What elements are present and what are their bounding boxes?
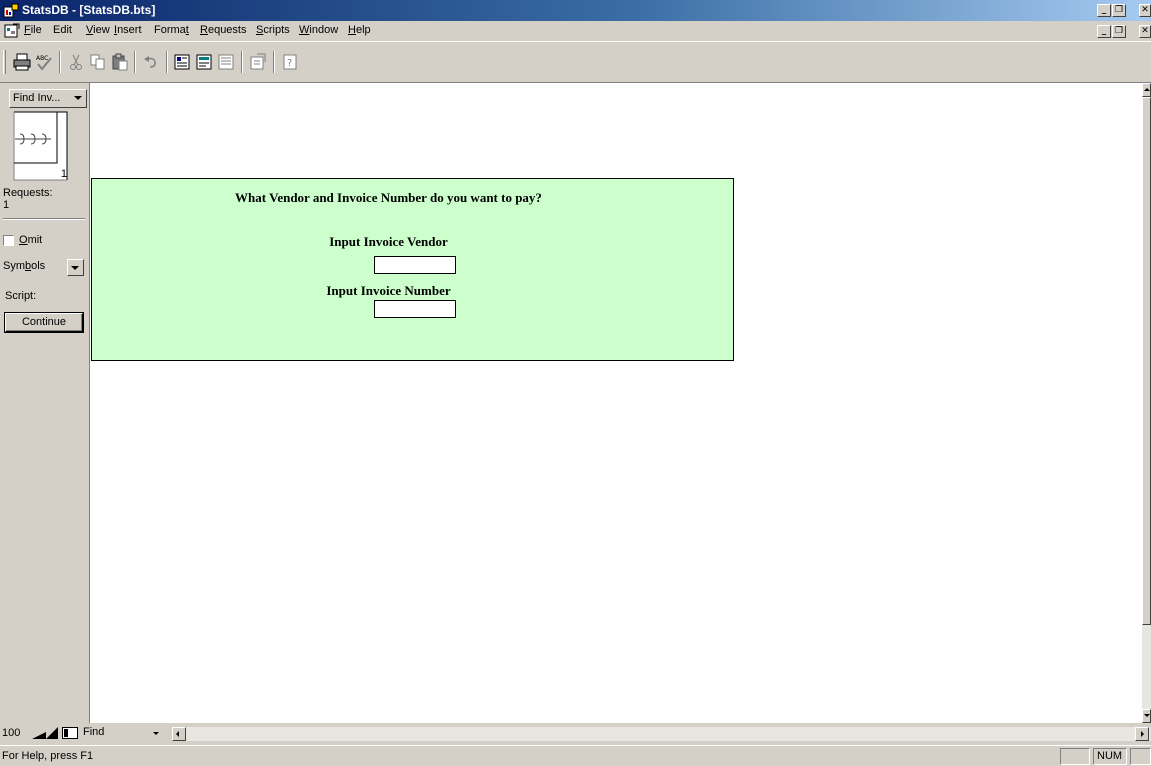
toolbar: ABC ?	[0, 41, 1151, 83]
close-icon: ✕	[1141, 26, 1149, 36]
symbols-dropdown-button[interactable]	[67, 259, 84, 276]
status-pane-extra	[1130, 748, 1151, 765]
title-bar[interactable]: StatsDB - [StatsDB.bts] _ ❐ ✕	[0, 0, 1151, 21]
menu-item-7[interactable]: Window	[299, 24, 338, 36]
layout-view-icon[interactable]	[62, 727, 78, 739]
find-select[interactable]: Find	[80, 725, 170, 742]
restore-button[interactable]: ❐	[1112, 4, 1126, 17]
menu-item-4[interactable]: Format	[154, 24, 189, 36]
minimize-icon: _	[1101, 26, 1107, 36]
svg-text:ABC: ABC	[36, 55, 48, 62]
form-question: What Vendor and Invoice Number do you wa…	[235, 190, 542, 205]
toolbar-grip[interactable]	[3, 50, 6, 74]
doc-minimize-button[interactable]: _	[1097, 25, 1111, 38]
arrow-right-icon	[1141, 731, 1144, 737]
status-bar: For Help, press F1 NUM	[0, 745, 1151, 766]
menu-item-2[interactable]: View	[86, 24, 110, 36]
help-book-icon[interactable]: ?	[280, 52, 300, 72]
toolbar-separator	[241, 51, 243, 73]
properties-icon[interactable]	[248, 52, 268, 72]
request-edit-icon[interactable]	[194, 52, 214, 72]
restore-icon: ❐	[1114, 5, 1124, 15]
script-label: Script:	[5, 290, 37, 302]
scroll-down-button[interactable]	[1142, 709, 1151, 723]
page-thumbnail[interactable]: 1	[11, 111, 70, 181]
restore-icon: ❐	[1114, 26, 1124, 36]
undo-icon[interactable]	[141, 52, 161, 72]
toolbar-separator	[134, 51, 136, 73]
menu-item-6[interactable]: Scripts	[256, 24, 290, 36]
minimize-icon: _	[1101, 5, 1107, 15]
vertical-scrollbar[interactable]	[1142, 83, 1151, 723]
doc-close-button[interactable]: ✕	[1139, 25, 1151, 38]
menu-item-1[interactable]: Edit	[53, 24, 72, 36]
continue-button[interactable]: Continue	[5, 313, 83, 332]
cut-icon[interactable]	[66, 52, 86, 72]
document-icon[interactable]	[4, 23, 20, 39]
number-input[interactable]	[374, 300, 456, 318]
spellcheck-icon[interactable]: ABC	[34, 52, 54, 72]
menu-item-3[interactable]: Insert	[114, 24, 142, 36]
invoice-form: What Vendor and Invoice Number do you wa…	[91, 178, 734, 361]
window-title: StatsDB - [StatsDB.bts]	[22, 3, 156, 17]
menu-item-0[interactable]: File	[24, 24, 42, 36]
divider	[3, 218, 85, 220]
menu-item-8[interactable]: Help	[348, 24, 371, 36]
requests-label: Requests:	[3, 187, 53, 199]
vendor-input[interactable]	[374, 256, 456, 274]
request-icon[interactable]	[172, 52, 192, 72]
svg-text:?: ?	[287, 58, 292, 69]
omit-checkbox-row[interactable]: Omit	[3, 234, 42, 246]
number-label: Input Invoice Number	[326, 283, 451, 298]
scroll-up-button[interactable]	[1142, 83, 1151, 97]
status-help-text: For Help, press F1	[2, 750, 94, 762]
zoom-level[interactable]: 100	[2, 727, 32, 739]
request-select-value: Find Inv...	[13, 92, 61, 104]
request-run-icon[interactable]	[216, 52, 236, 72]
menu-item-5[interactable]: Requests	[200, 24, 246, 36]
app-icon[interactable]	[3, 3, 19, 18]
zoom-in-icon[interactable]	[45, 726, 59, 740]
doc-restore-button[interactable]: ❐	[1112, 25, 1126, 38]
omit-label: Omit	[19, 234, 43, 246]
paste-icon[interactable]	[110, 52, 130, 72]
status-pane-empty	[1060, 748, 1090, 765]
request-select[interactable]: Find Inv...	[9, 89, 87, 108]
vendor-label: Input Invoice Vendor	[329, 234, 448, 249]
chevron-down-icon[interactable]	[153, 732, 159, 735]
print-icon[interactable]	[12, 52, 32, 72]
chevron-down-icon[interactable]	[71, 90, 86, 107]
request-sidebar: Find Inv... 1 Requests: 1 Omit Symbols S…	[0, 83, 89, 723]
toolbar-separator	[166, 51, 168, 73]
symbols-label: Symbols	[3, 260, 46, 272]
page-number: 1	[60, 168, 67, 180]
chevron-down-icon	[71, 266, 79, 270]
copy-icon[interactable]	[88, 52, 108, 72]
scroll-right-button[interactable]	[1135, 727, 1149, 741]
menu-bar: File Edit View Insert Format Requests Scripts W…	[0, 21, 1151, 41]
toolbar-separator	[273, 51, 275, 73]
scroll-thumb[interactable]	[1142, 97, 1151, 625]
omit-checkbox[interactable]	[3, 235, 14, 246]
toolbar-separator	[59, 51, 61, 73]
close-icon: ✕	[1141, 5, 1149, 15]
find-select-value: Find	[83, 726, 105, 738]
close-button[interactable]: ✕	[1139, 4, 1151, 17]
arrow-left-icon	[176, 731, 179, 737]
horizontal-scrollbar[interactable]	[172, 727, 1151, 741]
requests-info: Requests: 1	[3, 187, 53, 211]
minimize-button[interactable]: _	[1097, 4, 1111, 17]
scroll-left-button[interactable]	[172, 727, 186, 741]
requests-count: 1	[3, 199, 10, 211]
num-lock-indicator: NUM	[1093, 748, 1127, 765]
arrow-down-icon	[1144, 714, 1150, 717]
arrow-up-icon	[1144, 88, 1150, 91]
